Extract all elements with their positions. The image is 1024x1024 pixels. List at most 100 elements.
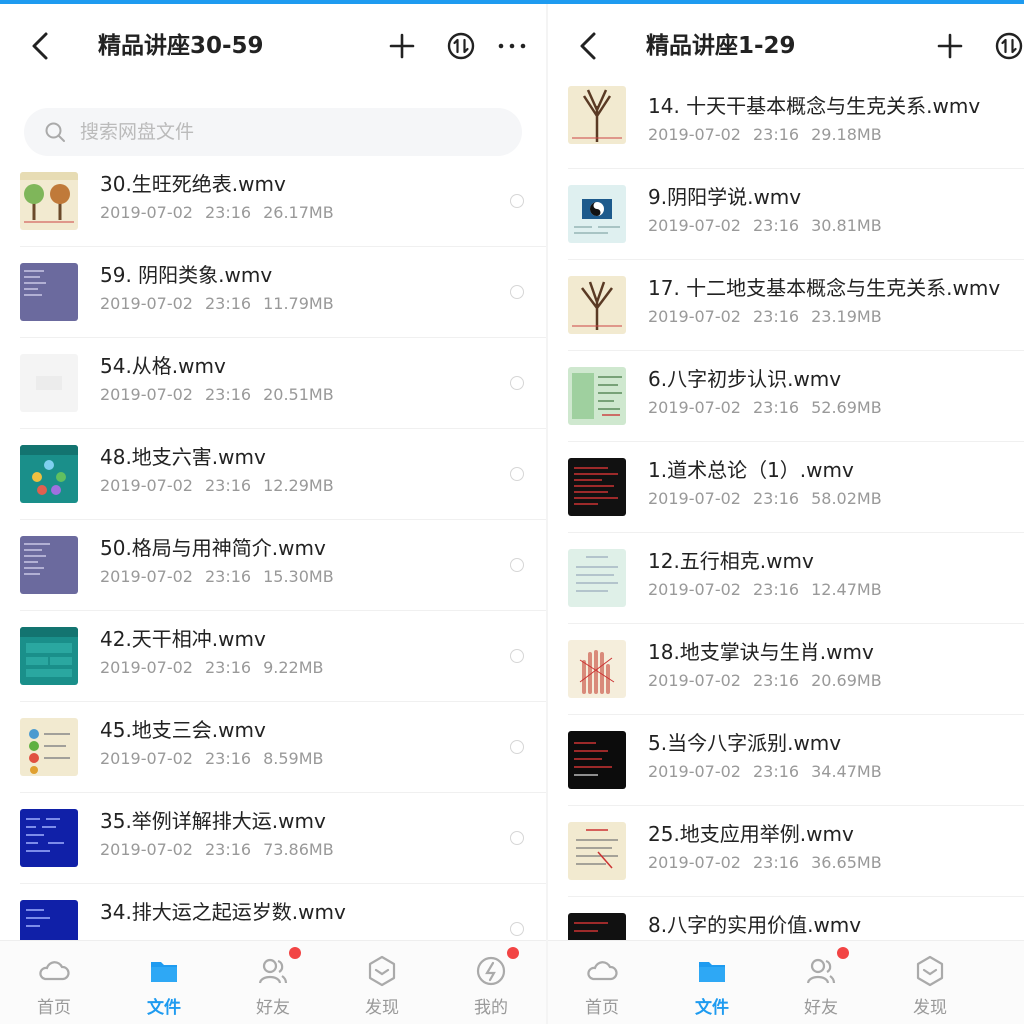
tab-friends[interactable]: 好友 bbox=[781, 941, 861, 1024]
tab-friends[interactable]: 好友 bbox=[233, 941, 313, 1024]
select-checkbox[interactable] bbox=[510, 740, 524, 754]
tab-label: 首页 bbox=[37, 998, 71, 1018]
list-item[interactable]: 14. 十天干基本概念与生克关系.wmv 2019-07-02 23:16 29.1… bbox=[548, 78, 1024, 169]
file-meta: 2019-07-02 23:16 12.29MB bbox=[100, 476, 334, 495]
tab-discover[interactable]: 发现 bbox=[342, 941, 422, 1024]
file-name: 6.八字初步认识.wmv bbox=[648, 367, 842, 391]
header: 精品讲座1-29 bbox=[548, 4, 1024, 88]
video-thumbnail bbox=[568, 276, 626, 334]
file-meta: 2019-07-02 23:16 11.79MB bbox=[100, 294, 334, 313]
tab-files[interactable]: 文件 bbox=[124, 941, 204, 1024]
select-checkbox[interactable] bbox=[510, 649, 524, 663]
file-meta: 2019-07-02 23:16 20.51MB bbox=[100, 385, 334, 404]
list-item[interactable]: 30.生旺死绝表.wmv 2019-07-02 23:16 26.17MB bbox=[0, 156, 548, 247]
search-input[interactable] bbox=[80, 108, 500, 156]
video-thumbnail bbox=[568, 549, 626, 607]
tab-home[interactable]: 首页 bbox=[562, 941, 642, 1024]
more-dots-icon bbox=[498, 43, 526, 49]
back-button[interactable] bbox=[26, 26, 56, 66]
list-item[interactable]: 5.当今八字派别.wmv 2019-07-02 23:16 34.47MB bbox=[548, 715, 1024, 806]
video-thumbnail bbox=[568, 640, 626, 698]
file-meta: 2019-07-02 23:16 58.02MB bbox=[648, 489, 882, 508]
bottom-tab-bar: 首页 文件 好友 发现 我的 bbox=[0, 940, 548, 1024]
profile-icon bbox=[473, 953, 509, 989]
list-item[interactable]: 18.地支掌诀与生肖.wmv 2019-07-02 23:16 20.69MB bbox=[548, 624, 1024, 715]
header: 精品讲座30-59 bbox=[0, 4, 548, 88]
file-name: 1.道术总论（1）.wmv bbox=[648, 458, 854, 482]
list-item[interactable]: 54.从格.wmv 2019-07-02 23:16 20.51MB bbox=[0, 338, 548, 429]
more-button[interactable] bbox=[494, 28, 530, 64]
video-thumbnail bbox=[20, 809, 78, 867]
list-item[interactable]: 45.地支三会.wmv 2019-07-02 23:16 8.59MB bbox=[0, 702, 548, 793]
notification-badge bbox=[837, 947, 849, 959]
add-button[interactable] bbox=[384, 28, 420, 64]
select-checkbox[interactable] bbox=[510, 285, 524, 299]
chevron-left-icon bbox=[32, 32, 48, 60]
left-screen: 精品讲座30-59 30.生旺死绝表.wmv 2019-07-0223:1626… bbox=[0, 4, 548, 1024]
file-name: 12.五行相克.wmv bbox=[648, 549, 814, 573]
select-checkbox[interactable] bbox=[510, 831, 524, 845]
list-item[interactable]: 35.举例详解排大运.wmv 2019-07-02 23:16 73.86MB bbox=[0, 793, 548, 884]
video-thumbnail bbox=[568, 185, 626, 243]
tab-profile[interactable]: 我的 bbox=[451, 941, 531, 1024]
tab-label: 我的 bbox=[474, 998, 508, 1018]
search-bar[interactable] bbox=[24, 108, 522, 156]
select-checkbox[interactable] bbox=[510, 922, 524, 936]
tab-files[interactable]: 文件 bbox=[672, 941, 752, 1024]
file-name: 50.格局与用神简介.wmv bbox=[100, 536, 326, 560]
video-thumbnail bbox=[20, 354, 78, 412]
list-item[interactable]: 12.五行相克.wmv 2019-07-02 23:16 12.47MB bbox=[548, 533, 1024, 624]
list-item[interactable]: 6.八字初步认识.wmv 2019-07-02 23:16 52.69MB bbox=[548, 351, 1024, 442]
file-name: 54.从格.wmv bbox=[100, 354, 226, 378]
folder-icon bbox=[694, 953, 730, 989]
list-item[interactable]: 25.地支应用举例.wmv 2019-07-02 23:16 36.65MB bbox=[548, 806, 1024, 897]
file-name: 42.天干相冲.wmv bbox=[100, 627, 266, 651]
video-thumbnail bbox=[20, 718, 78, 776]
file-meta: 2019-07-02 23:16 73.86MB bbox=[100, 840, 334, 859]
back-button[interactable] bbox=[574, 26, 604, 66]
chevron-left-icon bbox=[580, 32, 596, 60]
file-name: 34.排大运之起运岁数.wmv bbox=[100, 900, 346, 924]
file-meta: 2019-07-02 23:16 12.47MB bbox=[648, 580, 882, 599]
file-meta: 2019-07-02 23:16 36.65MB bbox=[648, 853, 882, 872]
add-button[interactable] bbox=[932, 28, 968, 64]
file-meta: 2019-07-02 23:16 8.59MB bbox=[100, 749, 324, 768]
sort-icon bbox=[447, 32, 475, 60]
select-checkbox[interactable] bbox=[510, 467, 524, 481]
list-item[interactable]: 48.地支六害.wmv 2019-07-02 23:16 12.29MB bbox=[0, 429, 548, 520]
file-name: 9.阴阳学说.wmv bbox=[648, 185, 802, 209]
tab-label: 发现 bbox=[913, 998, 947, 1018]
sort-icon bbox=[995, 32, 1023, 60]
plus-icon bbox=[937, 33, 963, 59]
video-thumbnail bbox=[20, 263, 78, 321]
friends-icon bbox=[803, 953, 839, 989]
tab-home[interactable]: 首页 bbox=[14, 941, 94, 1024]
sort-button[interactable] bbox=[991, 28, 1024, 64]
file-meta: 2019-07-02 23:16 15.30MB bbox=[100, 567, 334, 586]
select-checkbox[interactable] bbox=[510, 194, 524, 208]
home-cloud-icon bbox=[584, 953, 620, 989]
video-thumbnail bbox=[20, 172, 78, 230]
list-item[interactable]: 50.格局与用神简介.wmv 2019-07-02 23:16 15.30MB bbox=[0, 520, 548, 611]
list-item[interactable]: 17. 十二地支基本概念与生克关系.wmv 2019-07-02 23:16 23.… bbox=[548, 260, 1024, 351]
tab-discover[interactable]: 发现 bbox=[890, 941, 970, 1024]
page-title: 精品讲座1-29 bbox=[646, 33, 796, 59]
file-meta: 2019-07-02 23:16 34.47MB bbox=[648, 762, 882, 781]
select-checkbox[interactable] bbox=[510, 558, 524, 572]
folder-icon bbox=[146, 953, 182, 989]
list-item[interactable]: 59. 阴阳类象.wmv 2019-07-02 23:16 11.79MB bbox=[0, 247, 548, 338]
select-checkbox[interactable] bbox=[510, 376, 524, 390]
plus-icon bbox=[389, 33, 415, 59]
list-item[interactable]: 1.道术总论（1）.wmv 2019-07-02 23:16 58.02MB bbox=[548, 442, 1024, 533]
sort-button[interactable] bbox=[443, 28, 479, 64]
file-name: 14. 十天干基本概念与生克关系.wmv bbox=[648, 94, 981, 118]
tab-label: 好友 bbox=[256, 998, 290, 1018]
video-thumbnail bbox=[568, 822, 626, 880]
list-item[interactable]: 42.天干相冲.wmv 2019-07-02 23:16 9.22MB bbox=[0, 611, 548, 702]
file-name: 59. 阴阳类象.wmv bbox=[100, 263, 273, 287]
file-name: 18.地支掌诀与生肖.wmv bbox=[648, 640, 874, 664]
discover-icon bbox=[912, 953, 948, 989]
video-thumbnail bbox=[568, 367, 626, 425]
list-item[interactable]: 9.阴阳学说.wmv 2019-07-02 23:16 30.81MB bbox=[548, 169, 1024, 260]
file-meta: 2019-07-02 23:16 30.81MB bbox=[648, 216, 882, 235]
